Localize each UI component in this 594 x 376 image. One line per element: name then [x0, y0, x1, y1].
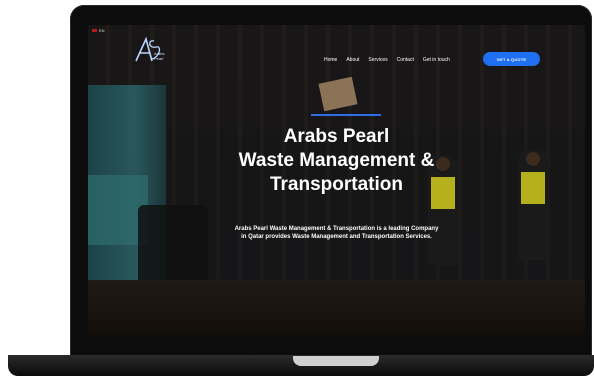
nav-link-contact[interactable]: Contact [397, 57, 414, 63]
hero-title-line-2: Waste Management & [238, 150, 435, 171]
logo[interactable]: Arabs Pearl [134, 35, 174, 65]
nav-link-about[interactable]: About [346, 57, 359, 63]
hero-description-line-1: Arabs Pearl Waste Management & Transport… [234, 226, 439, 232]
ground [88, 280, 585, 337]
nav-link-home[interactable]: Home [324, 57, 337, 63]
hero-title: Arabs Pearl Waste Management & Transport… [88, 125, 585, 197]
get-a-quote-button[interactable]: GET A QUOTE [483, 52, 540, 66]
hero-description-line-2: in Qatar provides Waste Management and T… [241, 234, 432, 240]
language-switch[interactable]: EN [92, 28, 105, 33]
logo-line-2: Pearl [154, 56, 164, 61]
hero-description: Arabs Pearl Waste Management & Transport… [188, 225, 485, 241]
flag-icon [92, 29, 97, 33]
website-screen: EN Arabs Pearl Home About Services Conta… [88, 25, 585, 337]
hero-accent-line [311, 114, 381, 116]
main-nav: Home About Services Contact Get in touch [324, 57, 450, 63]
nav-link-services[interactable]: Services [368, 57, 387, 63]
language-label: EN [99, 28, 105, 33]
nav-link-get-in-touch[interactable]: Get in touch [423, 57, 450, 63]
hero-title-line-3: Transportation [269, 174, 403, 195]
logo-text: Arabs Pearl [154, 51, 164, 61]
cardboard-box [318, 76, 358, 112]
hero-title-line-1: Arabs Pearl [283, 126, 390, 147]
laptop-notch [293, 356, 379, 366]
